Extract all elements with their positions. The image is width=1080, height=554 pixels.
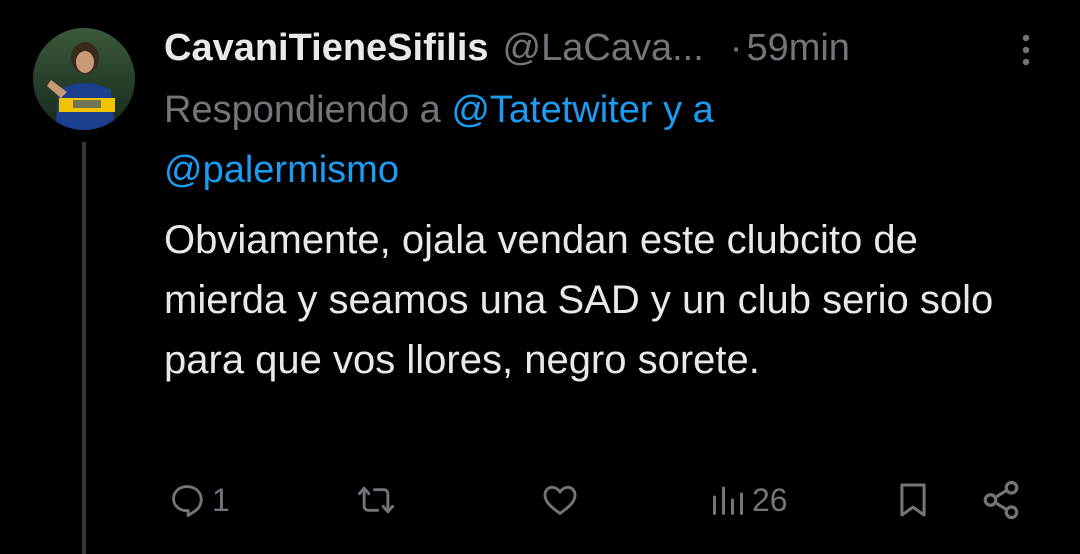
replying-to-label: Respondiendo a <box>164 89 452 131</box>
display-name[interactable]: CavaniTieneSifilis <box>164 27 489 70</box>
like-button[interactable] <box>540 470 586 530</box>
more-dots-vertical-icon <box>1022 34 1030 66</box>
bookmark-button[interactable] <box>894 470 932 530</box>
mention-link-2[interactable]: @palermismo <box>164 149 399 191</box>
more-options-button[interactable] <box>1010 30 1042 70</box>
share-icon <box>983 480 1019 520</box>
avatar[interactable] <box>33 28 135 130</box>
views-chart-icon <box>713 486 743 515</box>
like-heart-icon <box>543 485 577 515</box>
reply-icon <box>172 485 203 517</box>
timestamp[interactable]: 59min <box>746 27 850 70</box>
views-button[interactable]: 26 <box>710 470 788 530</box>
tweet-text: Obviamente, ojala vendan este clubcito d… <box>164 218 994 382</box>
reply-button[interactable]: 1 <box>168 470 230 530</box>
views-count: 26 <box>752 481 788 518</box>
bookmark-icon <box>900 483 926 517</box>
mention-link-1[interactable]: @Tatetwiter <box>451 89 652 131</box>
tweet-card[interactable]: CavaniTieneSifilis @LaCava... · 59min Re… <box>0 0 1080 554</box>
user-handle[interactable]: @LaCava... <box>503 27 704 70</box>
reply-count: 1 <box>212 481 230 518</box>
user-avatar-icon <box>33 28 135 130</box>
share-button[interactable] <box>980 470 1022 530</box>
retweet-button[interactable] <box>356 470 402 530</box>
replying-to-joiner: y a <box>652 89 714 131</box>
replying-to: Respondiendo a @Tatetwiter y a @palermism… <box>164 80 1044 200</box>
tweet-header: CavaniTieneSifilis @LaCava... · 59min <box>164 22 1044 74</box>
retweet-icon <box>357 486 395 514</box>
separator-dot: · <box>729 26 743 69</box>
action-bar: 1 26 <box>0 470 1080 530</box>
